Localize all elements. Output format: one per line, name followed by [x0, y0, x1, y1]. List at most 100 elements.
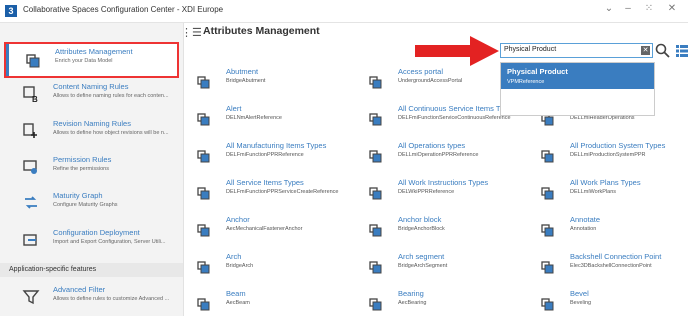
attribute-card[interactable]: Arch segment BridgeArchSegment — [368, 252, 538, 284]
sidebar: Attributes Management Enrich your Data M… — [0, 23, 184, 316]
attribute-card[interactable]: All Work Plans Types DELLmiWorkPlans — [540, 178, 688, 210]
type-icon — [541, 261, 554, 274]
collapse-icon[interactable]: ⌄ — [601, 3, 617, 14]
attribute-card-sub: Annotation — [570, 226, 597, 232]
filter-icon — [22, 290, 40, 305]
list-view-icon[interactable] — [676, 45, 688, 57]
sidebar-item-title: Maturity Graph — [53, 191, 103, 200]
sidebar-item-desc: Refine the permissions — [53, 166, 109, 172]
attribute-card-sub: DELLmiProductionSystemPPR — [570, 152, 646, 158]
attribute-card[interactable]: Backshell Connection Point Elec3DBackshel… — [540, 252, 688, 284]
restore-button[interactable]: ⁙ — [641, 3, 657, 14]
sidebar-item-configuration-deployment[interactable]: Configuration Deployment Import and Expo… — [0, 225, 183, 261]
sidebar-item-content-naming[interactable]: B Content Naming Rules Allows to define … — [0, 79, 183, 115]
attribute-card[interactable]: Alert DELNmAlertReference — [196, 104, 366, 136]
attribute-card[interactable]: All Operations types DELLmiOperationPPRRe… — [368, 141, 538, 173]
attribute-card-sub: DELLmiOperationPPRReference — [398, 152, 479, 158]
search-icon[interactable] — [655, 43, 670, 58]
sidebar-item-desc: Allows to define rules to customize Adva… — [53, 296, 170, 302]
attribute-card[interactable]: Beam AecBeam — [196, 289, 366, 321]
sidebar-item-maturity-graph[interactable]: Maturity Graph Configure Maturity Graphs — [0, 188, 183, 224]
sidebar-item-desc: Enrich your Data Model — [55, 58, 113, 64]
attribute-card-title: All Production System Types — [570, 141, 666, 150]
type-icon — [541, 298, 554, 311]
menu-collapse-icon[interactable]: ⋮☰ — [181, 26, 202, 39]
attribute-card-title: All Service Items Types — [226, 178, 304, 187]
attribute-card-sub: DELWkiPPRReference — [398, 189, 455, 195]
attribute-card[interactable]: All Production System Types DELLmiProduct… — [540, 141, 688, 173]
suggestion-sub: VPMReference — [507, 79, 545, 85]
type-icon — [541, 150, 554, 163]
type-icon — [369, 76, 382, 89]
attribute-card[interactable]: Anchor AecMechanicalFastenerAnchor — [196, 215, 366, 247]
sidebar-item-desc: Import and Export Configuration, Server … — [53, 239, 166, 245]
attribute-card[interactable]: All Manufacturing Items Types DELFmiFunct… — [196, 141, 366, 173]
attribute-card[interactable]: Annotate Annotation — [540, 215, 688, 247]
attribute-card-sub: DELNmAlertReference — [226, 115, 282, 121]
type-icon — [541, 187, 554, 200]
type-icon — [197, 187, 210, 200]
search-input[interactable]: Physical Product ✕ — [500, 43, 653, 58]
attribute-card-title: Arch segment — [398, 252, 445, 261]
attribute-card-title: All Manufacturing Items Types — [226, 141, 327, 150]
attribute-card-sub: BridgeAnchorBlock — [398, 226, 445, 232]
maturity-graph-icon — [25, 196, 37, 209]
deployment-icon — [23, 234, 37, 246]
type-icon — [197, 150, 210, 163]
sidebar-item-title: Attributes Management — [55, 47, 133, 56]
attribute-card[interactable]: All Work Instructions Types DELWkiPPRRefe… — [368, 178, 538, 210]
type-icon — [369, 113, 382, 126]
attribute-card-sub: AecBearing — [398, 300, 427, 306]
attribute-card-sub: BridgeAbutment — [226, 78, 266, 84]
close-button[interactable]: ✕ — [664, 3, 680, 14]
attribute-card-sub: Elec3DBackshellConnectionPoint — [570, 263, 652, 269]
sidebar-item-title: Content Naming Rules — [53, 82, 129, 91]
sidebar-item-title: Revision Naming Rules — [53, 119, 131, 128]
type-icon — [197, 298, 210, 311]
attribute-card-sub: AecBeam — [226, 300, 250, 306]
attribute-card-title: All Work Instructions Types — [398, 178, 489, 187]
attribute-card[interactable]: Abutment BridgeAbutment — [196, 67, 366, 99]
active-accent-bar — [6, 44, 9, 76]
type-icon — [369, 187, 382, 200]
sidebar-item-attributes-management[interactable]: Attributes Management Enrich your Data M… — [4, 42, 179, 78]
attribute-card[interactable]: Anchor block BridgeAnchorBlock — [368, 215, 538, 247]
type-icon — [369, 261, 382, 274]
sidebar-item-desc: Allows to define naming rules for each c… — [53, 93, 169, 99]
attribute-card[interactable]: Bevel Beveling — [540, 289, 688, 321]
suggestion-title: Physical Product — [507, 67, 568, 76]
naming-rules-icon: B — [23, 86, 38, 103]
attribute-card-sub: Beveling — [570, 300, 592, 306]
search-suggestions-dropdown: Physical Product VPMReference — [500, 62, 655, 116]
attribute-card-title: All Continuous Service Items Types — [398, 104, 516, 113]
attribute-card-sub: BridgeArch — [226, 263, 254, 269]
type-icon — [197, 261, 210, 274]
sidebar-item-advanced-filter[interactable]: Advanced Filter Allows to define rules t… — [0, 282, 183, 318]
type-icon — [197, 224, 210, 237]
sidebar-item-title: Advanced Filter — [53, 285, 106, 294]
attribute-card[interactable]: Bearing AecBearing — [368, 289, 538, 321]
type-icon — [197, 76, 210, 89]
attribute-card[interactable]: Arch BridgeArch — [196, 252, 366, 284]
minimize-button[interactable]: – — [620, 3, 636, 14]
attribute-card-sub: AecMechanicalFastenerAnchor — [226, 226, 303, 232]
sidebar-item-permission-rules[interactable]: Permission Rules Refine the permissions — [0, 152, 183, 188]
attribute-card[interactable]: All Service Items Types DELFmiFunctionPPR… — [196, 178, 366, 210]
attributes-icon — [26, 54, 40, 68]
red-arrow-annotation — [415, 36, 499, 66]
clear-icon[interactable]: ✕ — [641, 46, 650, 55]
sidebar-item-revision-naming[interactable]: Revision Naming Rules Allows to define h… — [0, 116, 183, 152]
sidebar-item-desc: Allows to define how object revisions wi… — [53, 130, 169, 136]
attribute-card-title: Beam — [226, 289, 246, 298]
attribute-card-title: Arch — [226, 252, 242, 261]
attribute-card-title: Alert — [226, 104, 242, 113]
window-title: Collaborative Spaces Configuration Cente… — [23, 5, 224, 14]
type-icon — [369, 224, 382, 237]
attribute-card-title: Access portal — [398, 67, 444, 76]
attribute-card-title: Anchor — [226, 215, 250, 224]
revision-rules-icon — [23, 123, 37, 138]
suggestion-item[interactable]: Physical Product VPMReference — [501, 63, 654, 89]
svg-text:B: B — [32, 95, 38, 103]
sidebar-item-desc: Configure Maturity Graphs — [53, 202, 118, 208]
type-icon — [369, 150, 382, 163]
